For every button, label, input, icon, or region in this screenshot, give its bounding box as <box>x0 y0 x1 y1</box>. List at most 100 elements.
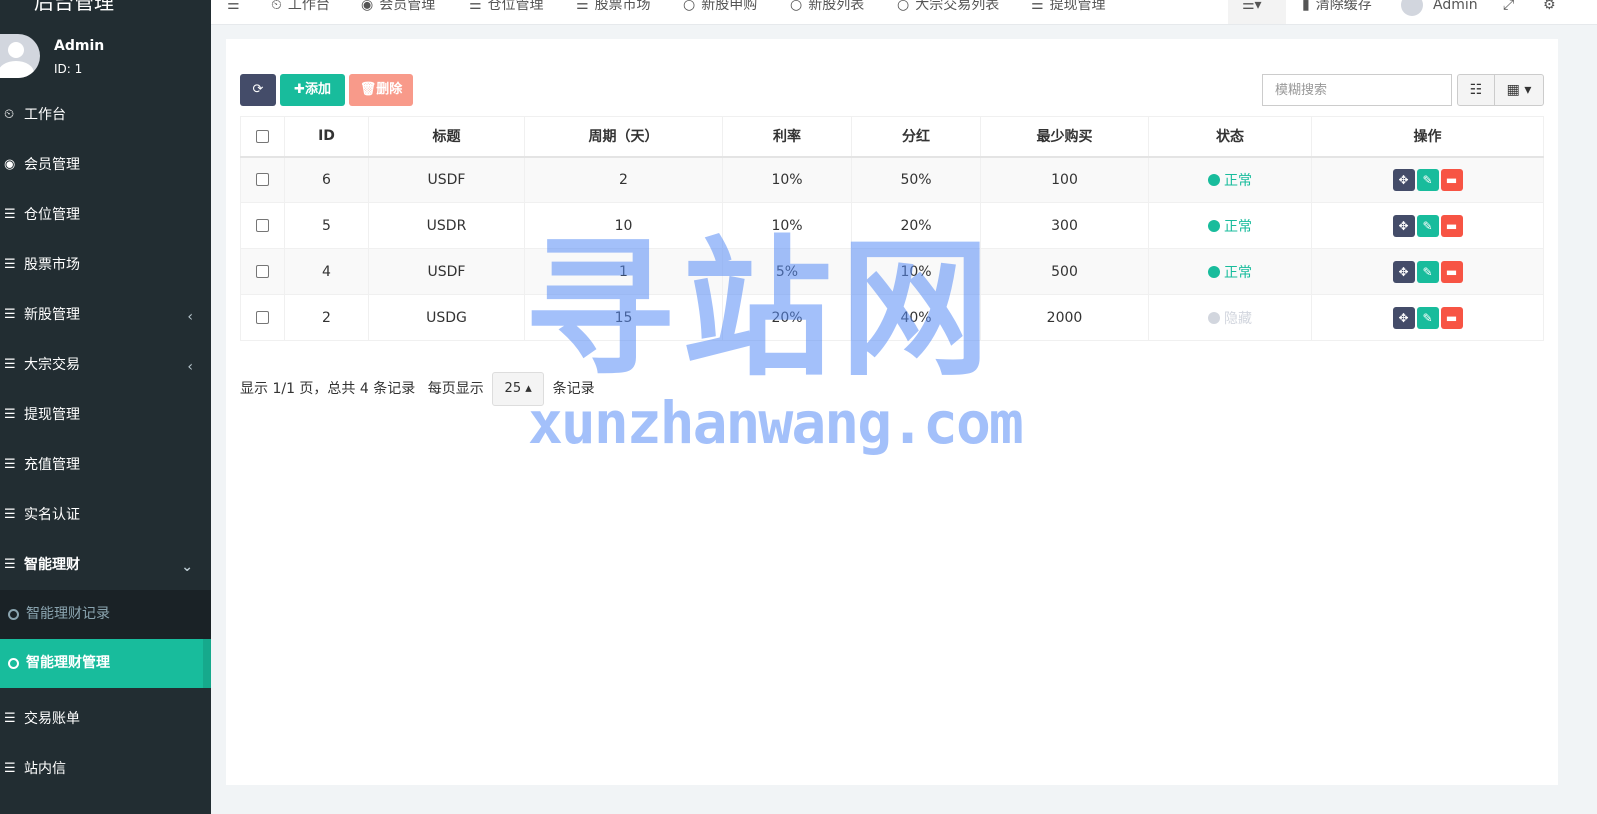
sidebar-item-ipo[interactable]: ☰ 新股管理 ‹ <box>0 290 211 340</box>
select-all-checkbox[interactable] <box>256 129 269 143</box>
data-table: ID 标题 周期（天） 利率 分红 最少购买 状态 操作 6 USDF 2 10… <box>240 116 1544 341</box>
row-checkbox[interactable] <box>256 173 269 187</box>
page-size-select[interactable]: 25 ▴ <box>492 372 545 406</box>
sidebar-item-label: 站内信 <box>24 761 66 777</box>
search-input[interactable] <box>1262 74 1452 106</box>
column-header[interactable]: 最少购买 <box>980 116 1149 158</box>
menu-icon: ☰▾ <box>1242 0 1262 13</box>
circle-icon <box>8 609 19 620</box>
sidebar-item-stock-market[interactable]: ☰ 股票市场 <box>0 240 211 290</box>
pencil-icon: ✎ <box>1422 310 1433 325</box>
sidebar-subitem-finance-manage[interactable]: 智能理财管理 <box>0 639 211 688</box>
delete-button[interactable]: 🗑删除 <box>349 74 413 106</box>
app-brand: 后台管理 <box>34 0 114 14</box>
cell-actions: ✥ ✎ ▬ <box>1311 248 1544 295</box>
column-header[interactable]: 标题 <box>368 116 525 158</box>
avatar <box>1401 0 1423 16</box>
sidebar-item-label: 交易账单 <box>24 711 80 727</box>
cell-period: 15 <box>524 294 723 341</box>
sidebar-item-bills[interactable]: ☰ 交易账单 <box>0 694 211 744</box>
list-view-button[interactable]: ☷ <box>1457 74 1495 106</box>
row-checkbox[interactable] <box>256 311 269 324</box>
row-checkbox[interactable] <box>256 265 269 278</box>
table-row: 5 USDR 10 10% 20% 300 正常 ✥ ✎ ▬ <box>240 202 1544 249</box>
sidebar-item-members[interactable]: ◉ 会员管理 <box>0 140 211 190</box>
refresh-button[interactable]: ⟳ <box>240 74 276 106</box>
sidebar-item-block-trade[interactable]: ☰ 大宗交易 ‹ <box>0 340 211 390</box>
cell-min-buy: 500 <box>980 248 1149 295</box>
tab-ipo-subscribe[interactable]: ○ 新股申购 <box>683 0 757 20</box>
cell-id: 6 <box>284 156 369 203</box>
drag-button[interactable]: ✥ <box>1392 306 1415 329</box>
tab-stock-market[interactable]: ☰ 股票市场 <box>576 0 651 20</box>
tab-block-trade-list[interactable]: ○ 大宗交易列表 <box>897 0 999 20</box>
cell-dividend: 50% <box>851 156 981 203</box>
edit-button[interactable]: ✎ <box>1416 306 1439 329</box>
list-icon: ☰ <box>469 0 482 13</box>
edit-button[interactable]: ✎ <box>1416 260 1439 283</box>
edit-button[interactable]: ✎ <box>1416 168 1439 191</box>
refresh-icon: ⟳ <box>252 82 264 97</box>
pencil-icon: ✎ <box>1422 264 1433 279</box>
theme-dropdown[interactable]: ☰▾ <box>1228 0 1286 24</box>
sidebar-item-dashboard[interactable]: ⏲ 工作台 <box>0 90 211 140</box>
column-header[interactable]: 利率 <box>722 116 852 158</box>
sidebar-item-verification[interactable]: ☰ 实名认证 <box>0 490 211 540</box>
delete-row-button[interactable]: ▬ <box>1440 214 1463 237</box>
tab-dashboard[interactable]: ⏲ 工作台 <box>271 0 330 20</box>
tab-positions[interactable]: ☰ 仓位管理 <box>469 0 544 20</box>
column-header[interactable]: 周期（天） <box>524 116 723 158</box>
status-badge: 隐藏 <box>1208 308 1252 328</box>
sidebar-item-withdraw[interactable]: ☰ 提现管理 <box>0 390 211 440</box>
cell-dividend: 20% <box>851 202 981 249</box>
drag-button[interactable]: ✥ <box>1392 168 1415 191</box>
gear-icon[interactable]: ⚙ <box>1543 0 1556 20</box>
cell-actions: ✥ ✎ ▬ <box>1311 202 1544 249</box>
sidebar-item-label: 新股管理 <box>24 307 80 323</box>
delete-row-button[interactable]: ▬ <box>1440 168 1463 191</box>
sidebar-toggle-icon[interactable]: ☰ <box>227 0 240 20</box>
sidebar-subitem-finance-records[interactable]: 智能理财记录 <box>0 590 211 639</box>
list-icon: ☰ <box>576 0 589 13</box>
fullscreen-icon[interactable]: ⤢ <box>1503 0 1514 20</box>
list-icon: ☰ <box>1031 0 1044 13</box>
tab-ipo-list[interactable]: ○ 新股列表 <box>790 0 864 20</box>
cell-dividend: 10% <box>851 248 981 295</box>
edit-button[interactable]: ✎ <box>1416 214 1439 237</box>
column-header[interactable]: 分红 <box>851 116 981 158</box>
cell-min-buy: 300 <box>980 202 1149 249</box>
sidebar-item-positions[interactable]: ☰ 仓位管理 <box>0 190 211 240</box>
cell-status: 正常 <box>1148 202 1312 249</box>
sidebar-item-smart-finance[interactable]: ☰ 智能理财 ⌄ <box>0 540 211 590</box>
tab-members[interactable]: ◉ 会员管理 <box>361 0 435 20</box>
pencil-icon: ✎ <box>1422 172 1433 187</box>
sidebar-item-messages[interactable]: ☰ 站内信 <box>0 744 211 794</box>
user-menu[interactable]: Admin <box>1401 0 1478 20</box>
delete-row-button[interactable]: ▬ <box>1440 306 1463 329</box>
drag-button[interactable]: ✥ <box>1392 214 1415 237</box>
table-row: 2 USDG 15 20% 40% 2000 隐藏 ✥ ✎ ▬ <box>240 294 1544 341</box>
row-select-cell <box>240 156 285 203</box>
status-dot-icon <box>1208 173 1220 186</box>
drag-button[interactable]: ✥ <box>1392 260 1415 283</box>
tab-withdraw[interactable]: ☰ 提现管理 <box>1031 0 1106 20</box>
sidebar-item-label: 实名认证 <box>24 507 80 523</box>
cell-period: 10 <box>524 202 723 249</box>
cell-status: 正常 <box>1148 156 1312 203</box>
clear-cache-button[interactable]: ▮ 清除缓存 <box>1302 0 1372 20</box>
add-button[interactable]: ✚添加 <box>280 74 345 106</box>
column-header[interactable]: ID <box>284 116 369 158</box>
cell-title: USDR <box>368 202 525 249</box>
sidebar-item-label: 大宗交易 <box>24 357 80 373</box>
sidebar-item-recharge[interactable]: ☰ 充值管理 <box>0 440 211 490</box>
user-circle-icon: ◉ <box>4 157 16 172</box>
move-icon: ✥ <box>1398 218 1409 233</box>
row-checkbox[interactable] <box>256 219 269 232</box>
column-header[interactable]: 状态 <box>1148 116 1312 158</box>
trash-icon: ▬ <box>1445 172 1458 187</box>
list-icon: ☷ <box>1469 82 1483 98</box>
cell-period: 2 <box>524 156 723 203</box>
delete-row-button[interactable]: ▬ <box>1440 260 1463 283</box>
columns-button[interactable]: ▦ ▾ <box>1494 74 1544 106</box>
circle-icon: ○ <box>897 0 910 13</box>
